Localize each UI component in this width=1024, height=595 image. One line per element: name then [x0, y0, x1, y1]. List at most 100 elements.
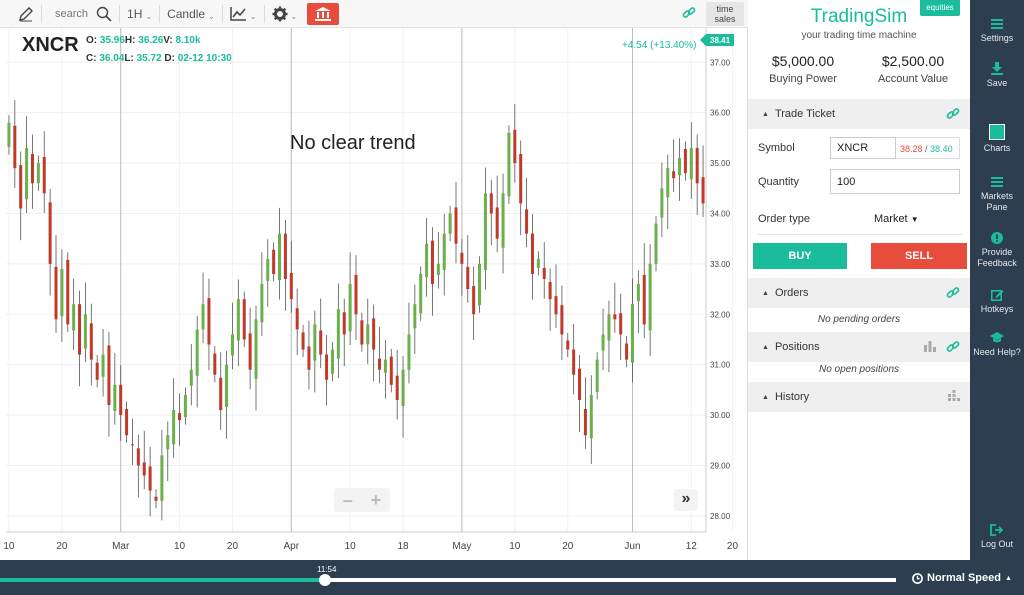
zoom-out-button[interactable]: –	[343, 490, 353, 511]
candle-body	[172, 410, 176, 445]
nav-log-out[interactable]: Log Out	[970, 524, 1024, 550]
candle-body	[272, 249, 276, 274]
candle-body	[48, 202, 52, 264]
x-axis-tick-label: Mar	[112, 541, 130, 552]
account-value-label: Account Value	[877, 73, 949, 85]
nav-need-help[interactable]: Need Help?	[970, 332, 1024, 358]
positions-header[interactable]: ▲ Positions	[748, 332, 970, 362]
ohlc-row-1: O: 35.96H: 36.26V: 8.10k	[86, 35, 201, 46]
buy-button[interactable]: BUY	[753, 243, 847, 269]
orders-empty-message: No pending orders	[817, 314, 901, 325]
time-sales-button[interactable]: time sales	[706, 2, 744, 26]
stacked-bars-icon[interactable]	[948, 390, 960, 402]
draw-tool-button[interactable]	[0, 0, 38, 28]
candle-body	[289, 272, 293, 300]
candle-body	[130, 444, 134, 446]
x-axis-tick-label: 20	[562, 541, 574, 552]
nav-settings[interactable]: Settings	[970, 18, 1024, 44]
candle-body	[589, 394, 593, 439]
close-label: C:	[86, 53, 97, 64]
order-type-label: Order type	[758, 213, 810, 225]
x-axis-tick-label: Jun	[624, 541, 640, 552]
candle-body	[330, 349, 334, 374]
candle-body	[313, 324, 317, 361]
candle-body	[342, 312, 346, 335]
candle-body	[472, 286, 476, 315]
speed-value: Normal Speed	[927, 572, 1001, 584]
chevron-down-icon: ⌄	[145, 12, 153, 21]
caret-up-icon: ▲	[762, 343, 769, 351]
candle-body	[125, 409, 129, 436]
trade-ticket-header[interactable]: ▲ Trade Ticket	[748, 99, 970, 129]
candle-body	[442, 233, 446, 270]
candle-body	[178, 413, 182, 421]
zoom-in-button[interactable]: +	[371, 490, 382, 511]
symbol-input[interactable]: XNCR	[830, 137, 896, 159]
order-type-dropdown[interactable]: Market ▼	[874, 213, 919, 225]
caret-down-icon: ▼	[910, 215, 919, 224]
chart-area: search 1H ⌄ Candle ⌄ ⌄ ⌄ time sales 37.0…	[0, 0, 748, 560]
sell-button[interactable]: SELL	[871, 243, 967, 269]
y-axis-tick-label: 34.00	[710, 209, 731, 218]
y-axis-tick-label: 31.00	[710, 361, 731, 370]
candle-body	[583, 409, 587, 436]
chart-style-dropdown[interactable]: Candle ⌄	[163, 0, 219, 28]
history-header[interactable]: ▲ History	[748, 382, 970, 412]
candle-body	[495, 207, 499, 239]
link-icon[interactable]	[946, 286, 960, 300]
candle-body	[666, 168, 670, 198]
candle-body	[148, 466, 152, 491]
logout-icon	[990, 524, 1004, 536]
link-chart-button[interactable]	[682, 6, 696, 25]
chart-square-icon	[989, 124, 1005, 140]
candle-body	[560, 305, 564, 335]
chart-settings-dropdown[interactable]: ⌄	[268, 0, 302, 28]
candle-body	[642, 274, 646, 325]
playback-progress	[0, 578, 323, 582]
chevron-down-icon: ⌄	[249, 12, 257, 21]
y-axis-tick-label: 30.00	[710, 411, 731, 420]
search-field[interactable]: search	[45, 0, 116, 28]
candle-body	[689, 147, 693, 180]
low-label: L:	[124, 53, 134, 64]
playback-handle[interactable]	[319, 574, 331, 586]
side-nav: Settings Save Charts Markets Pane Provid…	[970, 0, 1024, 560]
quantity-input[interactable]: 100	[830, 169, 960, 194]
candle-body	[72, 304, 76, 331]
speed-dropdown[interactable]: Normal Speed ▲	[912, 572, 1012, 584]
candle-body	[83, 314, 87, 349]
brand-logo: TradingSim	[810, 6, 908, 27]
candle-body	[595, 359, 599, 392]
nav-charts[interactable]: Charts	[970, 124, 1024, 154]
candle-body	[501, 193, 505, 248]
link-icon[interactable]	[946, 340, 960, 354]
nav-logout-label: Log Out	[980, 539, 1014, 549]
jump-to-latest-button[interactable]: »	[674, 489, 698, 511]
high-label: H:	[124, 35, 136, 46]
y-axis-tick-label: 33.00	[710, 260, 731, 269]
nav-markets-pane[interactable]: Markets Pane	[970, 176, 1024, 213]
candle-body	[13, 125, 17, 169]
candlestick-chart[interactable]: 37.00 36.00 35.00 34.00 33.00 32.00 31.00 30.00…	[0, 28, 748, 560]
candle-body	[478, 263, 482, 306]
y-axis-tick-label: 35.00	[710, 159, 731, 168]
orders-header[interactable]: ▲ Orders	[748, 278, 970, 308]
fundamentals-button[interactable]	[307, 2, 340, 25]
nav-hotkeys[interactable]: Hotkeys	[970, 288, 1024, 315]
candle-body	[19, 165, 23, 209]
candle-body	[613, 314, 617, 320]
link-icon[interactable]	[946, 107, 960, 121]
candle-body	[325, 354, 329, 380]
candle-body	[307, 346, 311, 370]
quantity-label: Quantity	[758, 176, 799, 188]
nav-save[interactable]: Save	[970, 62, 1024, 89]
indicators-dropdown[interactable]: ⌄	[226, 0, 261, 28]
candle-body	[195, 329, 199, 376]
nav-markets-pane-label: Markets Pane	[980, 191, 1013, 212]
candle-body	[378, 358, 382, 370]
bar-chart-icon[interactable]	[924, 340, 936, 352]
nav-provide-feedback[interactable]: Provide Feedback	[970, 232, 1024, 269]
candle-body	[401, 369, 405, 406]
open-label: O:	[86, 35, 98, 46]
interval-dropdown[interactable]: 1H ⌄	[123, 0, 156, 28]
